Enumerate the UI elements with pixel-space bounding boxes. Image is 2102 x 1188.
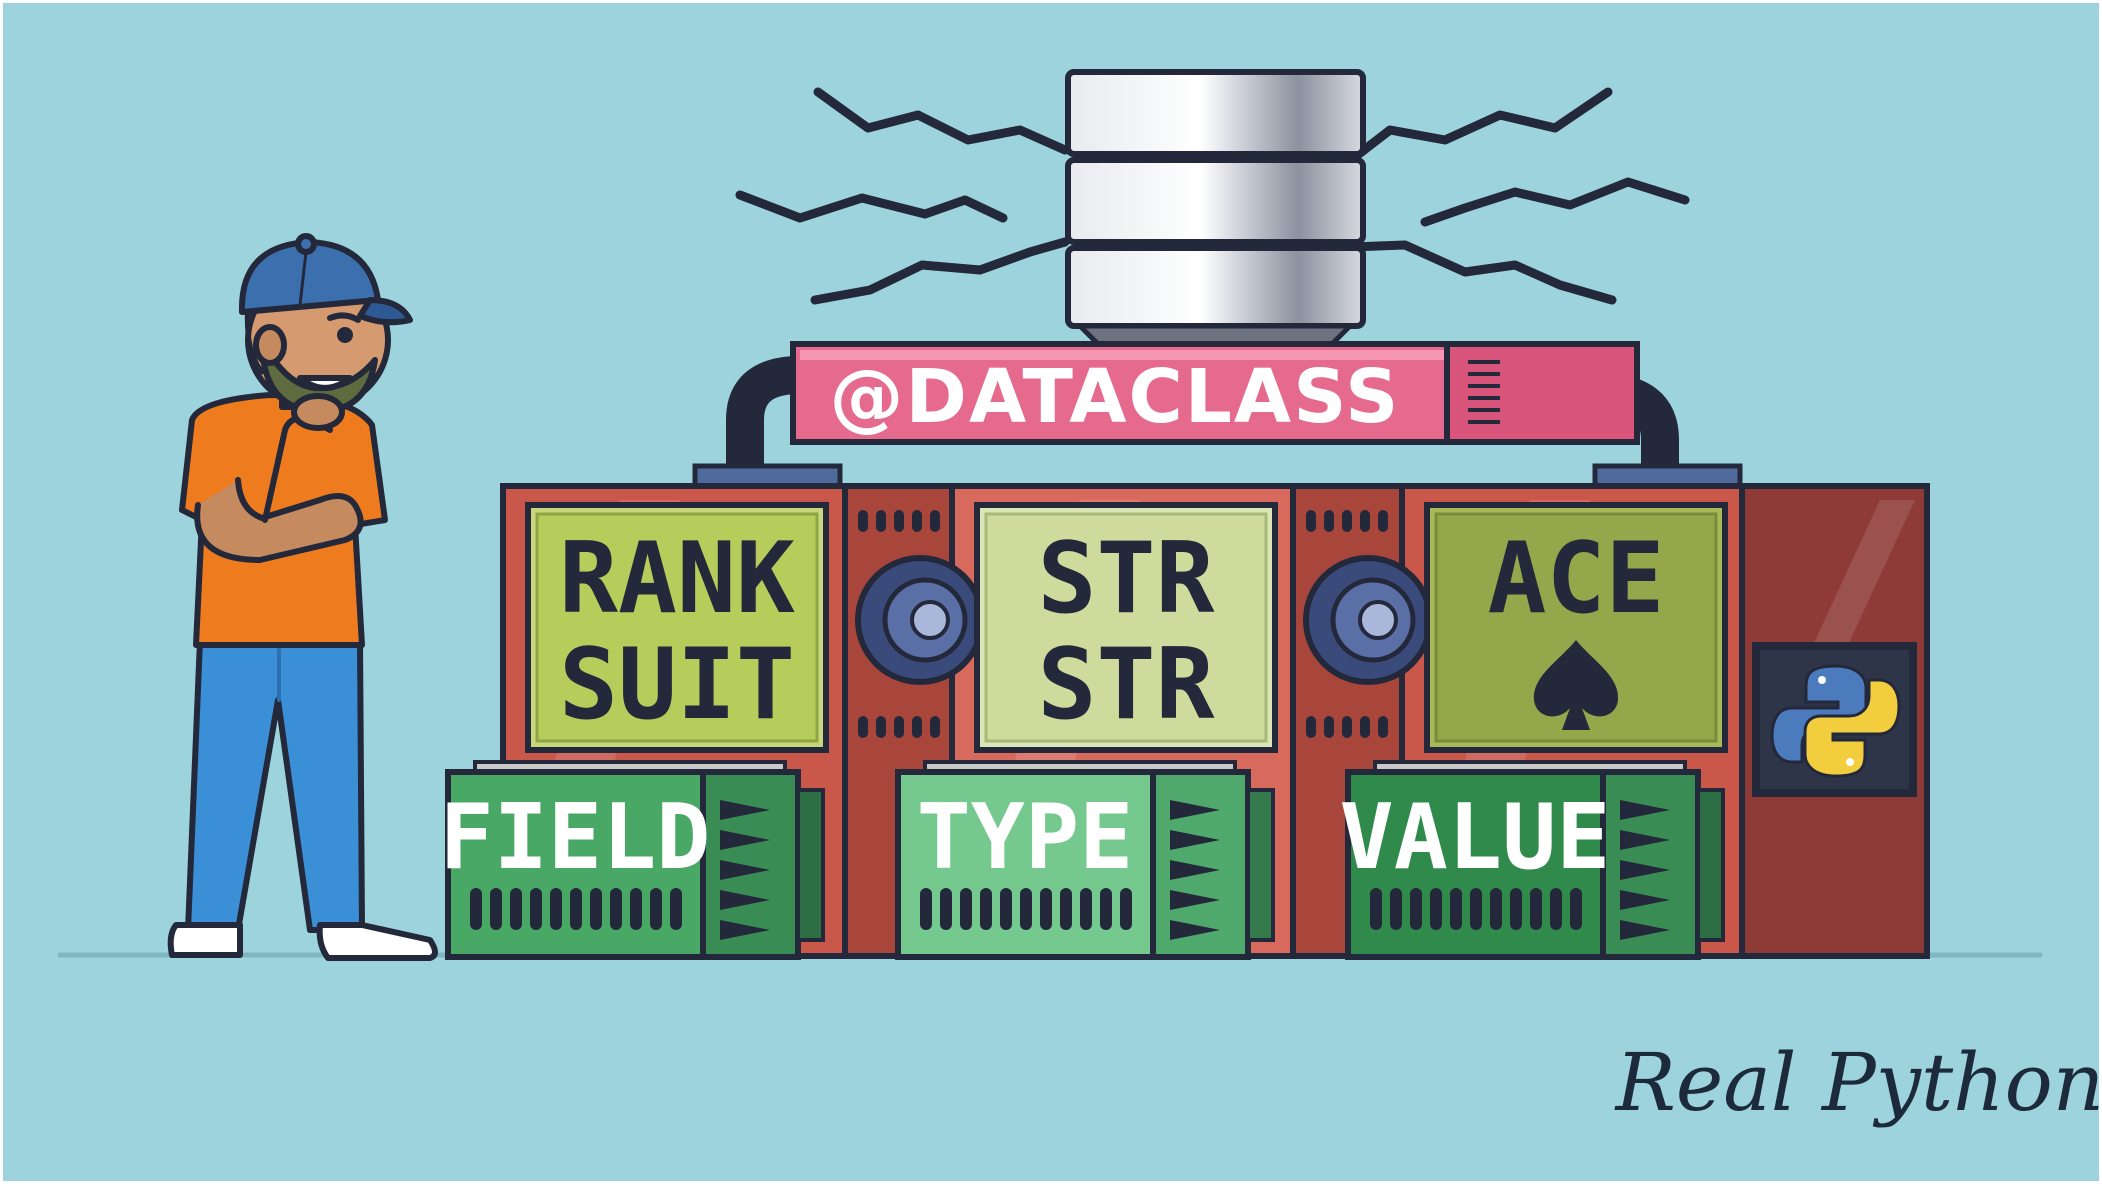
- screen-2-line-1: STR: [1037, 522, 1214, 636]
- screen-3: ACE: [1424, 502, 1728, 753]
- illustration: @DATACLASS RANK SUIT STR STR ACE FIELD T…: [0, 0, 2102, 1187]
- screen-1-line-2: SUIT: [559, 628, 795, 742]
- screen-3-line-1: ACE: [1487, 522, 1664, 636]
- label-panel-2: TYPE: [895, 760, 1275, 960]
- label-panel-1: FIELD: [440, 760, 825, 960]
- label-panel-3-text: VALUE: [1340, 785, 1611, 890]
- screen-2-line-2: STR: [1037, 628, 1214, 742]
- screen-2: STR STR: [974, 502, 1278, 753]
- banner-text: @DATACLASS: [830, 354, 1401, 440]
- real-python-logo: Real Python: [1614, 1036, 2102, 1129]
- label-panel-2-text: TYPE: [917, 785, 1134, 890]
- left-shoe: [167, 922, 243, 958]
- label-panel-3: VALUE: [1340, 760, 1725, 960]
- label-panel-1-text: FIELD: [440, 785, 711, 890]
- python-logo-icon: [1752, 642, 1917, 797]
- database-icon: [1065, 69, 1366, 349]
- screen-1: RANK SUIT: [525, 502, 829, 753]
- screen-1-line-1: RANK: [559, 522, 795, 636]
- dataclass-banner: @DATACLASS: [790, 341, 1640, 445]
